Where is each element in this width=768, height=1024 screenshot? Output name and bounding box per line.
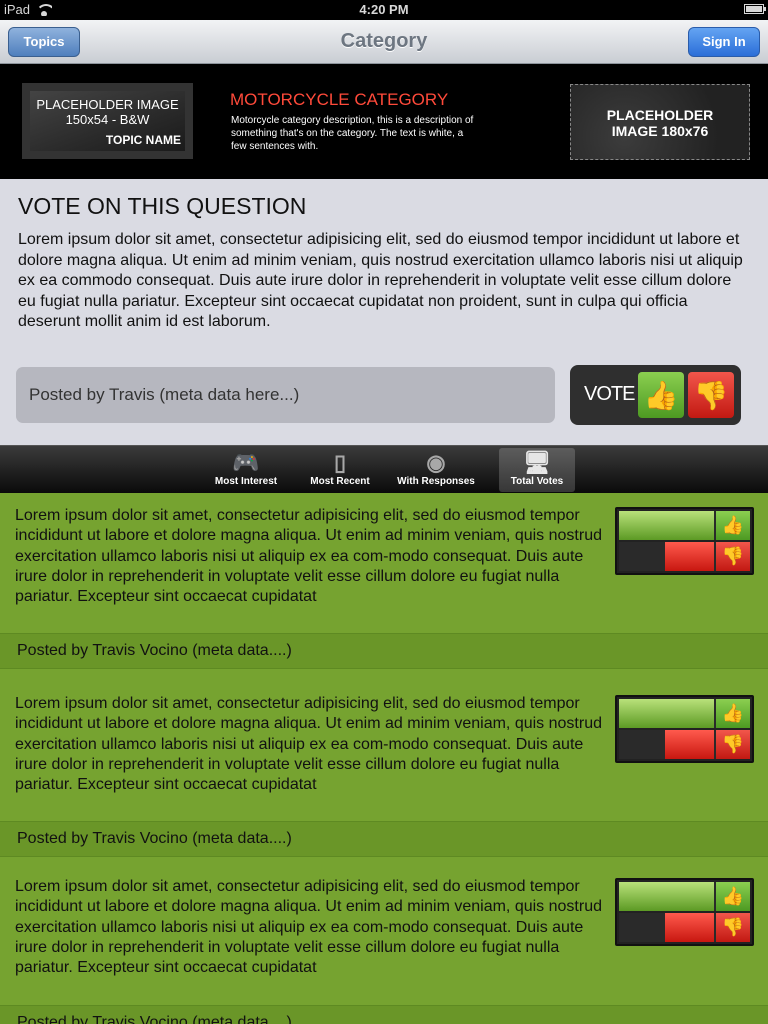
vote-up-button[interactable]: 👍 — [638, 372, 684, 418]
thumbs-down-icon[interactable]: 👎 — [716, 913, 750, 942]
down-votes-bar — [665, 542, 714, 571]
item-text: Lorem ipsum dolor sit amet, consectetur … — [15, 507, 602, 606]
vote-control: VOTE 👍 👎 — [570, 365, 741, 425]
up-votes-bar — [619, 511, 714, 540]
category-image-placeholder: PLACEHOLDER IMAGE 180x76 — [570, 84, 750, 160]
placeholder-line-2: IMAGE 180x76 — [611, 123, 709, 139]
item-posted-by: Posted by Travis Vocino (meta data....) — [0, 633, 768, 669]
page-title: Category — [340, 30, 428, 52]
down-votes-bar — [665, 913, 714, 942]
placeholder-line-1: PLACEHOLDER — [606, 107, 714, 123]
tab-label: With Responses — [397, 476, 475, 487]
thumbs-down-icon[interactable]: 👎 — [716, 730, 750, 759]
gamepad-icon: 🎮 — [232, 450, 260, 475]
item-text: Lorem ipsum dolor sit amet, consectetur … — [15, 695, 602, 794]
battery-icon — [744, 4, 766, 14]
thumbs-up-icon[interactable]: 👍 — [716, 699, 750, 728]
status-bar: iPad 4:20 PM — [0, 0, 768, 20]
tab-most-interest[interactable]: 🎮 Most Interest — [208, 448, 284, 492]
topic-image-placeholder: PLACEHOLDER IMAGE 150x54 - B&W TOPIC NAM… — [22, 83, 193, 159]
category-title: MOTORCYCLE CATEGORY — [230, 90, 449, 109]
ipod-icon: ▯ — [333, 450, 347, 475]
placeholder-label: PLACEHOLDER IMAGE — [36, 97, 179, 112]
thumbs-up-icon[interactable]: 👍 — [716, 511, 750, 540]
up-votes-bar — [619, 882, 714, 911]
vote-label: VOTE — [584, 383, 635, 405]
navigation-bar: Topics Category Sign In — [0, 20, 768, 64]
thumbs-up-icon: 👍 — [643, 379, 679, 411]
category-description: Motorcycle category description, this is… — [231, 115, 474, 152]
thumbs-up-icon[interactable]: 👍 — [716, 882, 750, 911]
sort-tab-bar: 🎮 Most Interest ▯ Most Recent ◉ With Res… — [0, 445, 768, 493]
question-list: Lorem ipsum dolor sit amet, consectetur … — [0, 493, 768, 1024]
tab-label: Most Recent — [310, 476, 370, 487]
question-posted-by: Posted by Travis (meta data here...) — [16, 367, 555, 423]
thumbs-down-icon[interactable]: 👎 — [716, 542, 750, 571]
item-text: Lorem ipsum dolor sit amet, consectetur … — [15, 878, 602, 977]
question-text: Lorem ipsum dolor sit amet, consectetur … — [18, 231, 743, 330]
up-votes-bar — [619, 699, 714, 728]
topic-name: TOPIC NAME — [105, 133, 181, 147]
item-posted-by: Posted by Travis Vocino (meta data....) — [0, 821, 768, 857]
vote-meter: 👍 👎 — [615, 507, 754, 575]
tab-with-responses[interactable]: ◉ With Responses — [392, 448, 480, 492]
vote-question-panel: VOTE ON THIS QUESTION Lorem ipsum dolor … — [0, 179, 768, 445]
thumbs-down-icon: 👎 — [693, 379, 729, 411]
vote-down-button[interactable]: 👎 — [688, 372, 734, 418]
tab-label: Total Votes — [510, 476, 564, 487]
monitor-icon: 🖥 — [523, 450, 551, 475]
placeholder-size: 150x54 - B&W — [65, 112, 150, 127]
question-title: VOTE ON THIS QUESTION — [18, 193, 307, 219]
vote-meter: 👍 👎 — [615, 695, 754, 763]
down-votes-bar — [665, 730, 714, 759]
category-header: PLACEHOLDER IMAGE 150x54 - B&W TOPIC NAM… — [0, 64, 768, 179]
sign-in-button[interactable]: Sign In — [688, 27, 760, 57]
tab-total-votes[interactable]: 🖥 Total Votes — [499, 448, 575, 492]
disc-icon: ◉ — [426, 450, 446, 475]
tab-label: Most Interest — [214, 476, 278, 487]
clock: 4:20 PM — [359, 2, 409, 17]
tab-most-recent[interactable]: ▯ Most Recent — [304, 448, 376, 492]
vote-meter: 👍 👎 — [615, 878, 754, 946]
item-posted-by: Posted by Travis Vocino (meta data....) — [0, 1005, 768, 1024]
